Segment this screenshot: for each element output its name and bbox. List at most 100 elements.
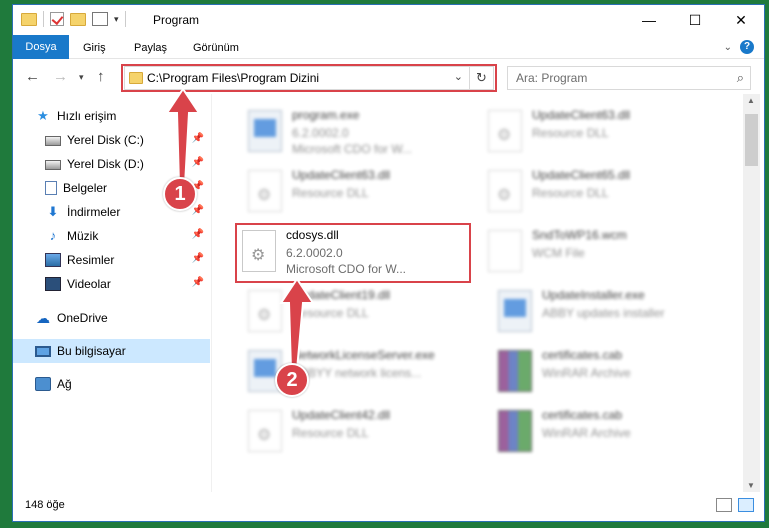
up-arrow-icon[interactable]: ↑: [97, 68, 105, 85]
properties-check-icon[interactable]: [50, 12, 64, 26]
file-version: 6.2.0002.0: [292, 126, 349, 140]
file-name: UpdateClient63.dll: [532, 108, 631, 122]
quick-access-toolbar: ▾: [21, 11, 126, 27]
pin-icon: 📌: [191, 253, 204, 264]
star-icon: ★: [37, 108, 49, 123]
file-item-sndtowp16[interactable]: SndToWP16.wcm WCM File: [482, 224, 718, 280]
disk-icon: [45, 136, 61, 146]
videos-icon: [45, 277, 61, 291]
exe-file-icon: [248, 110, 282, 152]
exe-file-icon: [498, 290, 532, 332]
forward-arrow-icon[interactable]: →: [53, 68, 68, 85]
ribbon-tabs: Dosya Giriş Paylaş Görünüm ⌄ ?: [13, 35, 764, 59]
onedrive-icon: ☁: [36, 310, 50, 326]
file-type: WCM File: [532, 246, 585, 260]
file-name: UpdateClient65.dll: [532, 168, 631, 182]
file-name: SndToWP16.wcm: [532, 228, 627, 242]
file-type: WinRAR Archive: [542, 366, 631, 380]
sidebar-item-label: Bu bilgisayar: [57, 344, 126, 358]
pin-icon: 📌: [191, 277, 204, 288]
sidebar-item-label: Videolar: [67, 277, 111, 291]
file-type: Resource DLL: [532, 126, 609, 140]
dll-file-icon: ⚙: [248, 170, 282, 212]
file-type: Resource DLL: [292, 426, 369, 440]
tab-home[interactable]: Giriş: [83, 38, 106, 59]
new-folder-icon[interactable]: [70, 12, 86, 26]
scroll-down-arrow-icon[interactable]: ▼: [747, 481, 755, 490]
vertical-scrollbar[interactable]: ▲ ▼: [743, 94, 760, 492]
file-type: Resource DLL: [292, 186, 369, 200]
file-name: program.exe: [292, 108, 360, 122]
window-title: Program: [153, 13, 200, 27]
tiles-view-icon[interactable]: [738, 498, 754, 512]
sidebar-item-label: Yerel Disk (D:): [67, 157, 144, 171]
computer-icon: [35, 345, 51, 357]
close-button[interactable]: ✕: [718, 5, 764, 35]
file-item-updateclient63[interactable]: ⚙ UpdateClient63.dll Resource DLL: [242, 164, 478, 220]
search-icon[interactable]: ⌕: [737, 70, 744, 86]
item-count: 148 öğe: [25, 499, 65, 511]
tab-file[interactable]: Dosya: [13, 35, 69, 59]
scrollbar-thumb[interactable]: [745, 114, 758, 166]
tab-view[interactable]: Görünüm: [193, 38, 239, 59]
pin-icon: 📌: [191, 205, 204, 216]
file-item-updateclient42[interactable]: ⚙ UpdateClient42.dll Resource DLL: [242, 404, 478, 460]
dll-file-icon: ⚙: [488, 110, 522, 152]
sidebar-item-label: OneDrive: [57, 311, 108, 325]
file-item-updateinstaller[interactable]: UpdateInstaller.exe ABBY updates install…: [492, 284, 728, 340]
minimize-button[interactable]: —: [626, 5, 672, 35]
download-icon: ⬇: [47, 204, 59, 219]
scroll-up-arrow-icon[interactable]: ▲: [747, 96, 755, 105]
file-item-certificates-cab[interactable]: certificates.cab WinRAR Archive: [492, 344, 728, 400]
search-placeholder: Ara: Program: [516, 71, 588, 85]
sidebar-item-videos[interactable]: Videolar 📌: [13, 272, 210, 296]
documents-icon: [45, 181, 57, 195]
title-bar: ▾ Program — ☐ ✕: [13, 5, 764, 35]
music-icon: ♪: [49, 228, 57, 243]
file-name: certificates.cab: [542, 348, 623, 362]
file-type: ABBY updates installer: [542, 306, 665, 320]
file-item-certificates-cab[interactable]: certificates.cab WinRAR Archive: [492, 404, 728, 460]
gear-icon: ⚙: [257, 307, 272, 324]
sidebar-item-music[interactable]: ♪ Müzik 📌: [13, 224, 210, 248]
arrow-1-shape: [165, 87, 201, 186]
properties-icon[interactable]: [92, 12, 108, 26]
sidebar-item-network[interactable]: Ağ: [13, 372, 210, 396]
sidebar-item-label: Hızlı erişim: [57, 109, 117, 123]
file-name: UpdateClient63.dll: [292, 168, 391, 182]
file-type: WinRAR Archive: [542, 426, 631, 440]
expand-ribbon-chevron-icon[interactable]: ⌄: [724, 42, 732, 53]
sidebar-item-onedrive[interactable]: ☁ OneDrive: [13, 306, 210, 330]
sidebar-item-label: Resimler: [67, 253, 115, 267]
tab-share[interactable]: Paylaş: [134, 38, 167, 59]
file-description: Microsoft CDO for W...: [292, 142, 413, 156]
maximize-button[interactable]: ☐: [672, 5, 718, 35]
archive-file-icon: [498, 410, 532, 452]
back-arrow-icon[interactable]: ←: [25, 68, 40, 85]
sidebar-item-this-pc[interactable]: Bu bilgisayar: [13, 339, 210, 363]
file-item-updateclient65[interactable]: ⚙ UpdateClient65.dll Resource DLL: [482, 164, 718, 220]
dll-file-icon: ⚙: [488, 170, 522, 212]
pictures-icon: [45, 253, 61, 267]
sidebar-item-label: Müzik: [67, 229, 99, 243]
selected-file-highlight-box: [235, 223, 471, 283]
window-controls: — ☐ ✕: [626, 5, 764, 35]
file-item-program-exe[interactable]: program.exe 6.2.0002.0 Microsoft CDO for…: [242, 104, 478, 160]
sidebar-item-label: Ağ: [57, 377, 72, 391]
customize-qat-chevron-icon[interactable]: ▾: [114, 14, 119, 25]
file-item-updateclient63[interactable]: ⚙ UpdateClient63.dll Resource DLL: [482, 104, 718, 160]
navigation-bar: ← → ▾ ↑ C:\Program Files\Program Dizini …: [13, 60, 764, 94]
help-icon[interactable]: ?: [740, 40, 754, 54]
gear-icon: ⚙: [257, 427, 272, 444]
file-name: UpdateInstaller.exe: [542, 288, 645, 302]
ribbon-right-controls: ⌄ ?: [724, 40, 754, 54]
file-type: Resource DLL: [532, 186, 609, 200]
document-file-icon: [488, 230, 522, 272]
arrow-2-shape: [279, 277, 315, 371]
recent-locations-chevron-icon[interactable]: ▾: [79, 72, 84, 83]
disk-icon: [45, 160, 61, 170]
sidebar-item-pictures[interactable]: Resimler 📌: [13, 248, 210, 272]
search-input[interactable]: Ara: Program ⌕: [507, 66, 751, 90]
sidebar-item-label: Belgeler: [63, 181, 108, 195]
details-view-icon[interactable]: [716, 498, 732, 512]
